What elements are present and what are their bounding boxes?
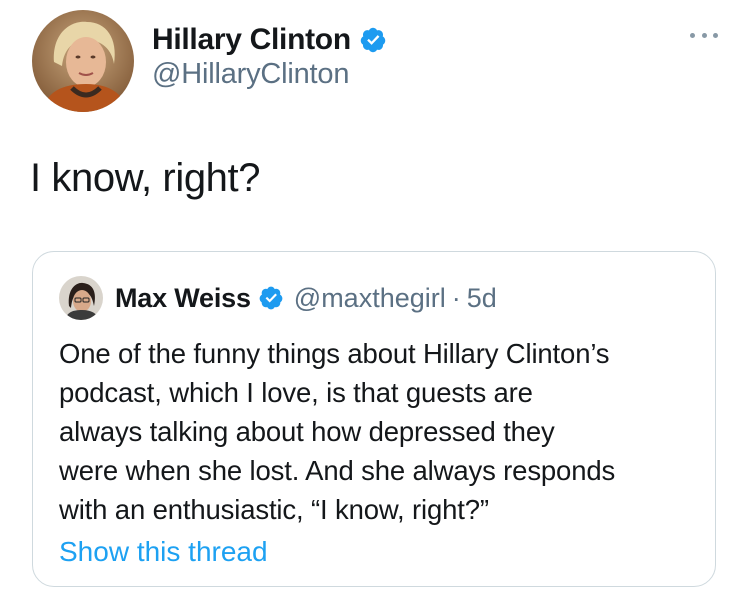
- quoted-tweet-header: Max Weiss @maxthegirl · 5d: [59, 276, 497, 320]
- quoted-tweet-text: One of the funny things about Hillary Cl…: [59, 334, 699, 529]
- more-dot: [701, 32, 707, 38]
- quoted-tweet-line: podcast, which I love, is that guests ar…: [59, 377, 533, 408]
- quoted-tweet-card[interactable]: Max Weiss @maxthegirl · 5d One of the fu…: [32, 251, 716, 587]
- tweet-text: I know, right?: [30, 156, 261, 200]
- more-dot: [690, 32, 695, 38]
- verified-badge-icon: [359, 26, 387, 54]
- author-avatar[interactable]: [32, 10, 134, 112]
- quoted-author-handle[interactable]: @maxthegirl: [294, 283, 446, 314]
- quoted-author-name[interactable]: Max Weiss: [115, 283, 251, 314]
- more-horizontal-icon[interactable]: [690, 30, 718, 40]
- author-handle[interactable]: @HillaryClinton: [152, 58, 349, 91]
- quoted-tweet-line: One of the funny things about Hillary Cl…: [59, 338, 610, 369]
- more-dot: [713, 32, 718, 38]
- quoted-tweet-time[interactable]: 5d: [467, 283, 497, 314]
- separator-dot: ·: [451, 282, 461, 313]
- quoted-tweet-line: were when she lost. And she always respo…: [59, 455, 616, 486]
- quoted-tweet-line: with an enthusiastic, “I know, right?”: [59, 494, 489, 525]
- quoted-tweet-line: always talking about how depressed they: [59, 416, 555, 447]
- tweet: Hillary Clinton @HillaryClinton I know, …: [0, 0, 750, 603]
- author-name[interactable]: Hillary Clinton: [152, 23, 351, 57]
- show-thread-link[interactable]: Show this thread: [59, 536, 268, 568]
- verified-badge-icon: [258, 285, 284, 311]
- author-name-row[interactable]: Hillary Clinton: [152, 22, 387, 58]
- quoted-author-avatar[interactable]: [59, 276, 103, 320]
